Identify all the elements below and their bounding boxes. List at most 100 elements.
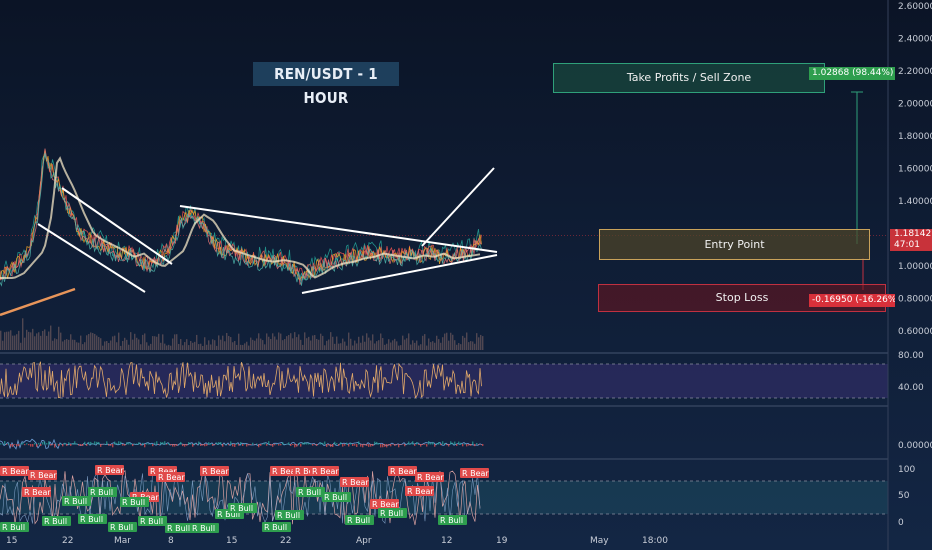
volume-bar <box>408 333 410 350</box>
volume-bar <box>394 338 396 350</box>
volume-bar <box>452 334 454 350</box>
volume-bar <box>160 342 162 350</box>
macd-histogram-bar <box>462 444 464 447</box>
volume-bar <box>164 343 166 350</box>
volume-bar <box>204 337 206 350</box>
r-bull-label: R Bull <box>44 517 67 526</box>
macd-histogram-bar <box>0 443 2 445</box>
macd-histogram-bar <box>170 444 172 446</box>
macd-histogram-bar <box>352 444 354 446</box>
volume-bar <box>404 339 406 350</box>
volume-bar <box>480 334 482 350</box>
macd-histogram-bar <box>284 443 286 445</box>
volume-bar <box>234 340 236 350</box>
macd-histogram-bar <box>40 444 42 446</box>
volume-bar <box>220 339 222 350</box>
macd-histogram-bar <box>438 442 440 445</box>
volume-bar <box>94 333 96 350</box>
macd-histogram-bar <box>430 442 432 445</box>
take-profit-zone[interactable]: Take Profits / Sell Zone <box>553 63 825 93</box>
volume-bar <box>344 341 346 350</box>
macd-histogram-bar <box>446 444 448 446</box>
macd-histogram-bar <box>340 442 342 445</box>
macd-histogram-bar <box>350 442 352 445</box>
volume-bar <box>426 345 428 350</box>
macd-histogram-bar <box>180 441 182 445</box>
macd-histogram-bar <box>234 444 236 447</box>
macd-histogram-bar <box>150 443 152 445</box>
macd-histogram-bar <box>300 444 302 447</box>
macd-histogram-bar <box>66 444 68 446</box>
macd-histogram-bar <box>44 441 46 445</box>
volume-bar <box>332 336 334 350</box>
volume-bar <box>132 339 134 350</box>
current-price-tag: 1.18142 47:01 <box>890 229 932 251</box>
macd-histogram-bar <box>460 442 462 445</box>
macd-histogram-bar <box>132 444 134 447</box>
volume-bar <box>354 340 356 350</box>
volume-bar <box>66 339 68 350</box>
macd-histogram-bar <box>88 441 90 445</box>
macd-histogram-bar <box>206 444 208 446</box>
volume-bar <box>464 337 466 350</box>
macd-histogram-bar <box>274 444 276 446</box>
macd-histogram-bar <box>104 443 106 445</box>
volume-bar <box>8 331 10 350</box>
volume-bar <box>402 335 404 350</box>
volume-bar <box>334 343 336 350</box>
macd-histogram-bar <box>442 441 444 445</box>
macd-histogram-bar <box>186 444 188 446</box>
volume-bar <box>98 337 100 350</box>
r-bull-label: R Bull <box>140 517 163 526</box>
volume-bar <box>360 342 362 350</box>
macd-histogram-bar <box>420 444 422 447</box>
volume-bar <box>22 318 24 350</box>
volume-bar <box>0 330 2 350</box>
time-tick-label: 8 <box>168 536 174 546</box>
macd-histogram-bar <box>364 444 366 446</box>
volume-bar <box>224 341 226 350</box>
macd-histogram-bar <box>172 444 174 447</box>
volume-bar <box>130 332 132 350</box>
macd-histogram-bar <box>136 443 138 445</box>
macd-histogram-bar <box>130 443 132 445</box>
r-bear-label: R Bear <box>24 488 51 497</box>
macd-histogram-bar <box>384 444 386 447</box>
macd-histogram-bar <box>412 441 414 445</box>
macd-histogram-bar <box>212 444 214 446</box>
macd-histogram-bar <box>428 441 430 445</box>
macd-histogram-bar <box>400 444 402 445</box>
entry-point-zone[interactable]: Entry Point <box>599 229 870 260</box>
volume-bar <box>84 342 86 350</box>
volume-bar <box>396 341 398 350</box>
volume-bar <box>470 341 472 350</box>
macd-histogram-bar <box>26 443 28 445</box>
volume-bar <box>56 339 58 350</box>
volume-bar <box>232 342 234 350</box>
macd-histogram-bar <box>90 441 92 445</box>
macd-histogram-bar <box>434 444 436 447</box>
volume-bar <box>432 341 434 350</box>
macd-histogram-bar <box>448 444 450 447</box>
macd-histogram-bar <box>56 443 58 445</box>
macd-histogram-bar <box>344 444 346 446</box>
panel-divider-2 <box>0 405 888 407</box>
volume-bar <box>372 334 374 350</box>
macd-histogram-bar <box>168 442 170 445</box>
volume-bar <box>474 343 476 350</box>
macd-histogram-bar <box>262 443 264 445</box>
r-bull-label: R Bull <box>2 523 25 532</box>
volume-bar <box>406 338 408 350</box>
macd-histogram-bar <box>314 444 316 445</box>
volume-bar <box>170 345 172 350</box>
volume-bar <box>376 341 378 350</box>
r-bear-label: R Bear <box>372 500 399 509</box>
price-tick-label: 2.00000 <box>898 100 932 110</box>
macd-histogram-bar <box>8 443 10 445</box>
volume-bar <box>200 343 202 350</box>
volume-bar <box>290 333 292 350</box>
r-bear-label: R Bear <box>417 473 444 482</box>
macd-histogram-bar <box>306 442 308 445</box>
volume-bar <box>358 336 360 350</box>
macd-histogram-bar <box>328 444 330 446</box>
